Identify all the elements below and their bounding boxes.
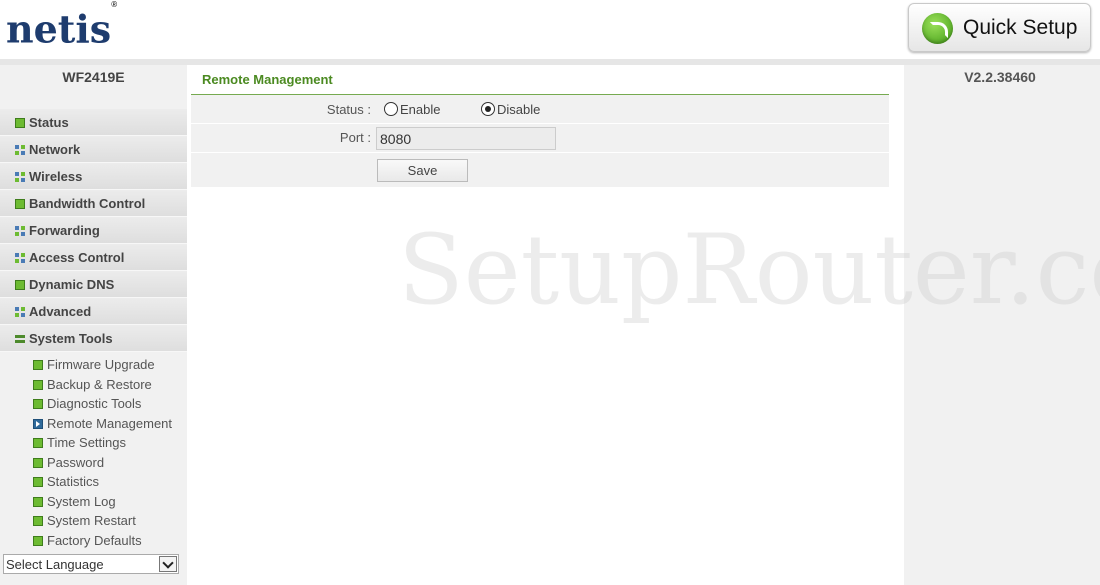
port-row: Port :: [191, 124, 889, 153]
disable-label[interactable]: Disable: [497, 102, 540, 117]
quick-setup-arrow-icon: [922, 13, 953, 44]
green-square-icon: [33, 457, 43, 468]
sidebar-menu: Status Network Wireless Bandwidth Contro…: [0, 109, 187, 352]
logo-text: netis: [6, 6, 112, 52]
sidebar-item-forwarding[interactable]: Forwarding: [0, 217, 187, 244]
subitem-password[interactable]: Password: [0, 453, 187, 473]
system-tools-submenu: Firmware Upgrade Backup & Restore Diagno…: [0, 355, 187, 550]
sidebar-item-wireless[interactable]: Wireless: [0, 163, 187, 190]
subitem-label: Diagnostic Tools: [47, 396, 142, 411]
green-square-icon: [33, 438, 43, 448]
language-select-value: Select Language: [6, 557, 104, 572]
subitem-factory-defaults[interactable]: Factory Defaults: [0, 531, 187, 551]
green-square-icon: [33, 399, 43, 409]
model-name: WF2419E: [62, 69, 125, 85]
subitem-label: System Restart: [47, 513, 136, 528]
subitem-label: Password: [47, 454, 105, 470]
sidebar: WF2419E Status Network Wireless Bandwidt…: [0, 65, 187, 585]
language-select[interactable]: Select Language: [3, 554, 179, 574]
sidebar-item-label: Forwarding: [29, 223, 100, 238]
grid-icon: [15, 172, 25, 182]
page-title: Remote Management: [202, 72, 333, 87]
port-input[interactable]: [376, 127, 556, 150]
sidebar-item-label: Status: [29, 115, 69, 130]
port-label: Port :: [339, 130, 371, 145]
sidebar-item-dynamic-dns[interactable]: Dynamic DNS: [0, 271, 187, 298]
green-square-icon: [33, 516, 43, 526]
grid-icon: [15, 253, 25, 263]
sidebar-item-label: Access Control: [29, 250, 125, 265]
save-button[interactable]: Save: [377, 159, 468, 182]
green-square-icon: [33, 496, 43, 507]
subitem-system-log[interactable]: System Log: [0, 492, 187, 512]
enable-radio[interactable]: [384, 102, 398, 116]
sidebar-item-status[interactable]: Status: [0, 109, 187, 136]
subitem-label: Backup & Restore: [47, 376, 152, 392]
subitem-label: Remote Management: [47, 415, 173, 431]
sidebar-item-access-control[interactable]: Access Control: [0, 244, 187, 271]
green-square-icon: [33, 379, 43, 390]
sidebar-item-network[interactable]: Network: [0, 136, 187, 163]
green-square-icon: [33, 477, 43, 487]
enable-label[interactable]: Enable: [400, 102, 440, 117]
green-square-icon: [33, 360, 43, 370]
sidebar-item-label: Wireless: [29, 169, 83, 184]
status-label: Status :: [326, 102, 371, 117]
green-square-icon: [15, 199, 25, 209]
sidebar-item-bandwidth-control[interactable]: Bandwidth Control: [0, 190, 187, 217]
grid-icon: [15, 226, 25, 236]
status-row: Status : Enable Disable: [191, 95, 889, 124]
grid-icon: [15, 145, 25, 155]
subitem-statistics[interactable]: Statistics: [0, 472, 187, 492]
expanded-bars-icon: [15, 334, 25, 344]
subitem-backup-restore[interactable]: Backup & Restore: [0, 375, 187, 395]
subitem-label: Factory Defaults: [47, 532, 142, 548]
disable-radio[interactable]: [481, 102, 495, 116]
sidebar-item-label: Bandwidth Control: [29, 196, 146, 211]
netis-logo[interactable]: netis®: [6, 0, 118, 55]
chevron-down-icon[interactable]: [159, 556, 177, 572]
sidebar-item-label: Advanced: [29, 304, 92, 319]
subitem-diagnostic-tools[interactable]: Diagnostic Tools: [0, 394, 187, 414]
firmware-version: V2.2.38460: [964, 69, 1036, 85]
green-square-icon: [15, 118, 25, 128]
subitem-time-settings[interactable]: Time Settings: [0, 433, 187, 453]
grid-icon: [15, 307, 25, 317]
active-arrow-icon: [33, 418, 43, 429]
subitem-system-restart[interactable]: System Restart: [0, 511, 187, 531]
subitem-label: Time Settings: [47, 435, 126, 450]
right-panel: V2.2.38460: [904, 65, 1100, 585]
sidebar-item-label: Network: [29, 142, 81, 157]
subitem-label: Statistics: [47, 474, 100, 489]
sidebar-item-system-tools[interactable]: System Tools: [0, 325, 187, 352]
sidebar-item-advanced[interactable]: Advanced: [0, 298, 187, 325]
header: netis® Quick Setup: [0, 0, 1100, 59]
save-row: Save: [191, 153, 889, 188]
logo-trademark: ®: [111, 0, 118, 9]
quick-setup-label: Quick Setup: [963, 16, 1078, 39]
subitem-remote-management[interactable]: Remote Management: [0, 414, 187, 434]
green-square-icon: [33, 535, 43, 546]
subitem-firmware-upgrade[interactable]: Firmware Upgrade: [0, 355, 187, 375]
sidebar-item-label: Dynamic DNS: [29, 277, 115, 292]
subitem-label: System Log: [47, 493, 116, 509]
quick-setup-button[interactable]: Quick Setup: [908, 3, 1091, 52]
green-square-icon: [15, 280, 25, 290]
subitem-label: Firmware Upgrade: [47, 357, 155, 372]
sidebar-item-label: System Tools: [29, 331, 113, 346]
